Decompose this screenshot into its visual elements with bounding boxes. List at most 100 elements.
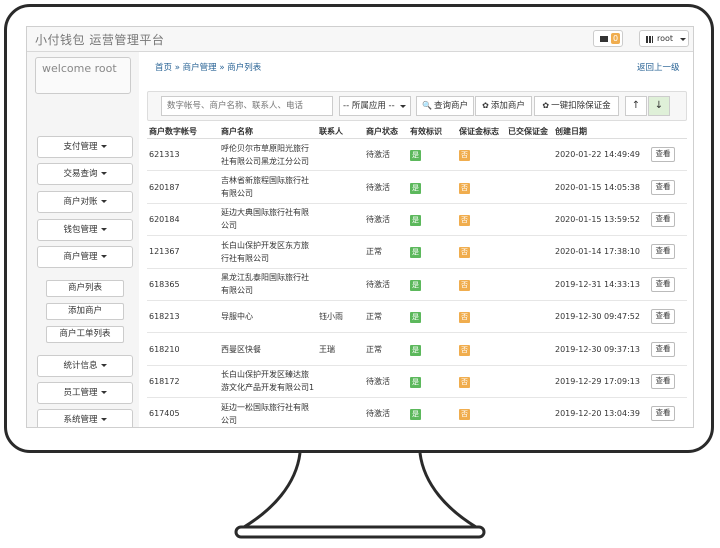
cell-merchant-name: 呼伦贝尔市草原阳光旅行社有限公司黑龙江分公司 — [219, 138, 317, 172]
cell-merchant-name: 延边一松国际旅行社有限公司 — [219, 397, 317, 427]
table-row: 618365 黑龙江乱泰阳国际旅行社有限公司 待激活是 否 2019-12-31 14:… — [147, 268, 687, 301]
back-link[interactable]: 返回上一级 — [637, 61, 680, 73]
messages-button[interactable]: 0 — [593, 30, 623, 47]
query-merchant-button[interactable]: 🔍 查询商户 — [416, 96, 474, 116]
app-title[interactable]: 小付钱包 运营管理平台 — [35, 31, 164, 48]
main-content: 首页 » 商户管理 » 商户列表 返回上一级 -- 所属应用 -- 🔍查询商户 … — [139, 52, 693, 427]
table-row: 621313 呼伦贝尔市草原阳光旅行社有限公司黑龙江分公司 待激活是 否 2020-01… — [147, 138, 687, 172]
sort-down-button[interactable]: ↓ — [648, 96, 670, 116]
menu-wallet-button[interactable]: 钱包管理 — [37, 219, 133, 241]
cell-deposit-paid — [506, 365, 553, 399]
view-button[interactable]: 查看 — [651, 244, 675, 260]
valid-badge: 是 — [410, 247, 421, 259]
menu-payment-button[interactable]: 支付管理 — [37, 136, 133, 158]
table-row: 618213 导服中心 钰小雨 正常是 否 2019-12-30 09:47:52 查看 — [147, 300, 687, 334]
view-button[interactable]: 查看 — [651, 373, 675, 389]
cell-actions: 查看 — [649, 365, 687, 399]
deposit-flag-badge: 否 — [459, 279, 470, 291]
cell-account-id: 618210 — [147, 332, 219, 366]
cell-deposit-paid — [506, 170, 553, 204]
cell-status: 正常 — [364, 235, 408, 269]
col-header[interactable]: 已交保证金 — [506, 124, 553, 139]
cell-actions: 查看 — [649, 170, 687, 204]
breadcrumb-page[interactable]: 商户列表 — [227, 63, 261, 73]
cell-deposit-paid — [506, 268, 553, 301]
view-button[interactable]: 查看 — [651, 276, 675, 292]
menu-statistics-button[interactable]: 统计信息 — [37, 355, 133, 377]
cell-created-date: 2020-01-22 14:49:49 — [553, 138, 649, 172]
col-header[interactable]: 商户名称 — [219, 124, 317, 139]
cell-valid: 是 — [408, 170, 457, 204]
view-button[interactable]: 查看 — [651, 406, 675, 422]
menu-staff-button[interactable]: 员工管理 — [37, 382, 133, 404]
view-button[interactable]: 查看 — [651, 147, 675, 163]
table-row: 620187 吉林省新旅程国际旅行社有限公司 待激活是 否 2020-01-15 14:… — [147, 170, 687, 204]
cell-valid: 是 — [408, 332, 457, 366]
breadcrumb-section[interactable]: 商户管理 — [183, 63, 217, 73]
valid-badge: 是 — [410, 182, 421, 194]
arrow-down-icon: ↓ — [654, 100, 664, 111]
view-button[interactable]: 查看 — [651, 309, 675, 325]
valid-badge: 是 — [410, 214, 421, 226]
menu-reconciliation-button[interactable]: 商户对账 — [37, 191, 133, 213]
valid-badge: 是 — [410, 376, 421, 388]
cell-deposit-flag: 否 — [457, 332, 506, 366]
sort-up-button[interactable]: ↑ — [625, 96, 647, 116]
chevron-down-icon — [100, 200, 107, 203]
app-select[interactable]: -- 所属应用 -- — [339, 96, 411, 116]
menu-system-button[interactable]: 系统管理 — [37, 409, 133, 427]
search-icon: 🔍 — [422, 101, 432, 110]
breadcrumb-home[interactable]: 首页 — [155, 63, 172, 73]
add-merchant-button[interactable]: ✿ 添加商户 — [475, 96, 532, 116]
view-button[interactable]: 查看 — [651, 211, 675, 227]
chevron-down-icon — [100, 255, 107, 258]
cell-deposit-flag: 否 — [457, 203, 506, 237]
cell-actions: 查看 — [649, 268, 687, 301]
cell-merchant-name: 延边大典国际旅行社有限公司 — [219, 203, 317, 237]
cell-merchant-name: 长白山保护开发区东方旅行社有限公司 — [219, 235, 317, 269]
table-row: 618172 长白山保护开发区臻达旅游文化产品开发有限公司1 待激活是 否 2019-1… — [147, 365, 687, 399]
col-header[interactable]: 有效标识 — [408, 124, 457, 139]
deposit-flag-badge: 否 — [459, 247, 470, 259]
submenu-add-merchant[interactable]: 添加商户 — [46, 303, 124, 320]
search-input[interactable] — [161, 96, 333, 116]
deduct-deposit-button[interactable]: ✿ 一键扣除保证金 — [534, 96, 619, 116]
col-header[interactable]: 联系人 — [317, 124, 364, 139]
col-header[interactable]: 商户状态 — [364, 124, 408, 139]
cell-valid: 是 — [408, 235, 457, 269]
cell-account-id: 617405 — [147, 397, 219, 427]
cell-status: 正常 — [364, 332, 408, 366]
message-count-badge: 0 — [611, 33, 620, 44]
submenu-merchant-tickets[interactable]: 商户工单列表 — [46, 326, 124, 343]
cell-actions: 查看 — [649, 332, 687, 366]
col-header[interactable]: 创建日期 — [553, 124, 649, 139]
top-navbar: 小付钱包 运营管理平台 0 root — [27, 27, 693, 52]
view-button[interactable]: 查看 — [651, 341, 675, 357]
cell-account-id: 621313 — [147, 138, 219, 172]
cell-valid: 是 — [408, 397, 457, 427]
submenu-merchant-list[interactable]: 商户列表 — [46, 280, 124, 297]
merchant-submenu: 商户列表 添加商户 商户工单列表 — [37, 273, 133, 347]
chevron-down-icon — [100, 364, 107, 367]
user-menu-button[interactable]: root — [639, 30, 689, 47]
col-header[interactable]: 保证金标志 — [457, 124, 506, 139]
cell-deposit-flag: 否 — [457, 138, 506, 172]
valid-badge: 是 — [410, 344, 421, 356]
breadcrumb: 首页 » 商户管理 » 商户列表 — [155, 63, 262, 73]
cell-valid: 是 — [408, 268, 457, 301]
cell-status: 待激活 — [364, 268, 408, 301]
cell-created-date: 2019-12-30 09:37:13 — [553, 332, 649, 366]
cell-status: 待激活 — [364, 170, 408, 204]
cell-merchant-name: 导服中心 — [219, 300, 317, 334]
chevron-down-icon — [100, 145, 107, 148]
view-button[interactable]: 查看 — [651, 179, 675, 195]
cell-deposit-flag: 否 — [457, 397, 506, 427]
cell-status: 待激活 — [364, 203, 408, 237]
cell-merchant-name: 西曼区快餐 — [219, 332, 317, 366]
cell-merchant-name: 长白山保护开发区臻达旅游文化产品开发有限公司1 — [219, 365, 317, 399]
menu-transactions-button[interactable]: 交易查询 — [37, 163, 133, 185]
menu-merchant-button[interactable]: 商户管理 — [37, 246, 133, 268]
cell-deposit-paid — [506, 203, 553, 237]
col-header[interactable]: 商户数字帐号 — [147, 124, 219, 139]
username: root — [657, 34, 674, 43]
